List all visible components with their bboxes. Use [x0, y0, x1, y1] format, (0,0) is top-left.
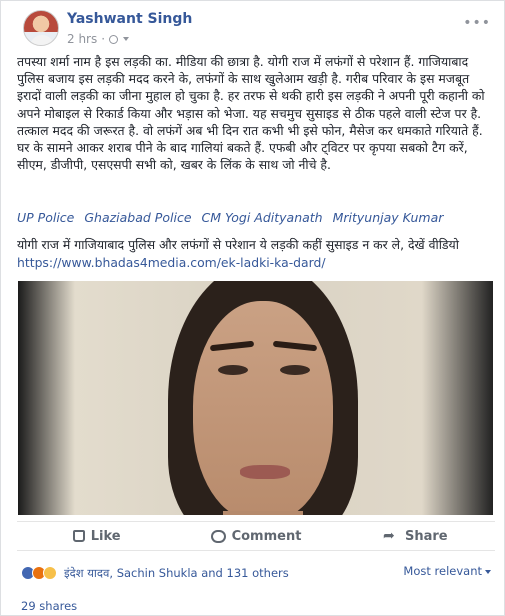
chevron-down-icon: [485, 569, 491, 574]
video-subject-face: [193, 301, 333, 515]
like-button[interactable]: Like: [17, 522, 176, 550]
post-caption: योगी राज में गाजियाबाद पुलिस और लफंगों स…: [17, 236, 495, 272]
action-bar: Like Comment ➦ Share: [17, 521, 495, 551]
author-name[interactable]: Yashwant Singh: [67, 11, 192, 27]
tag-mrityunjay-kumar[interactable]: Mrityunjay Kumar: [333, 210, 444, 225]
tag-list: UP Police Ghaziabad Police CM Yogi Adity…: [17, 210, 497, 225]
comment-sort[interactable]: Most relevant: [403, 564, 491, 578]
video-player[interactable]: [18, 281, 493, 515]
video-subject-eye-right: [280, 365, 310, 375]
post-time[interactable]: 2 hrs: [67, 32, 97, 46]
share-button[interactable]: ➦ Share: [336, 522, 495, 550]
article-link[interactable]: https://www.bhadas4media.com/ek-ladki-ka…: [17, 255, 326, 270]
tag-up-police[interactable]: UP Police: [17, 210, 74, 225]
sad-reaction-icon: [43, 566, 57, 580]
caption-text: योगी राज में गाजियाबाद पुलिस और लफंगों स…: [17, 237, 459, 252]
tag-cm-yogi[interactable]: CM Yogi Adityanath: [202, 210, 323, 225]
post-card: Yashwant Singh 2 hrs · ••• तपस्या शर्मा …: [0, 0, 505, 616]
video-subject-lips: [240, 465, 290, 479]
post-body-text: तपस्या शर्मा नाम है इस लड़की का. मीडिया …: [17, 54, 485, 173]
meta-separator: ·: [101, 32, 106, 46]
more-options-icon[interactable]: •••: [463, 15, 491, 31]
comment-label: Comment: [231, 528, 302, 544]
video-subject-neck: [223, 511, 303, 515]
reactions-summary[interactable]: इंदेश यादव, Sachin Shukla and 131 others…: [21, 564, 496, 582]
tag-ghaziabad-police[interactable]: Ghaziabad Police: [84, 210, 191, 225]
video-subject-eye-left: [218, 365, 248, 375]
post-meta: 2 hrs ·: [67, 32, 130, 46]
comment-icon: [210, 529, 226, 543]
globe-icon[interactable]: [109, 34, 119, 44]
like-icon: [72, 530, 85, 542]
avatar-shirt: [30, 35, 54, 45]
share-label: Share: [405, 528, 448, 544]
share-icon: ➦: [383, 528, 395, 544]
author-avatar[interactable]: [23, 10, 59, 46]
chevron-down-icon[interactable]: [123, 37, 130, 41]
comment-sort-label: Most relevant: [403, 564, 482, 578]
like-label: Like: [90, 528, 121, 544]
post-header: Yashwant Singh 2 hrs · •••: [23, 10, 493, 50]
reaction-names[interactable]: इंदेश यादव, Sachin Shukla and 131 others: [64, 566, 289, 581]
comment-button[interactable]: Comment: [176, 522, 335, 550]
share-count[interactable]: 29 shares: [21, 599, 77, 613]
reaction-icons: [21, 566, 57, 580]
